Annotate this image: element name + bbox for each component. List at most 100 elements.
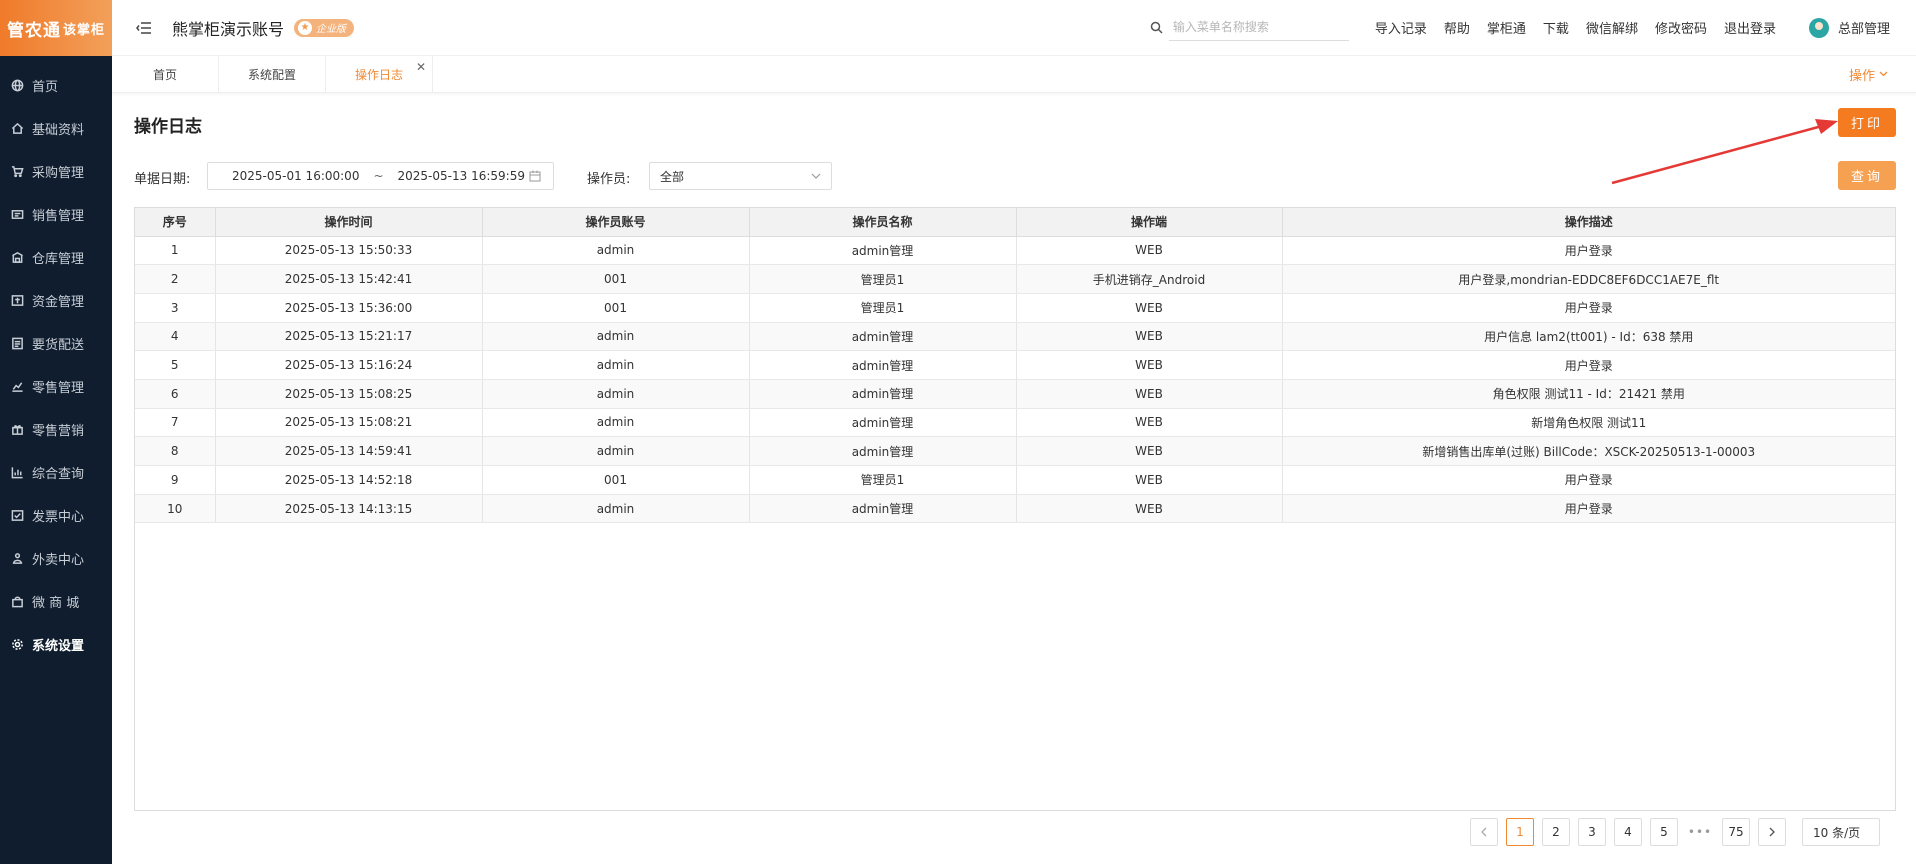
table-row[interactable]: 6 2025-05-13 15:08:25 admin admin管理 WEB 角色权限 … (135, 379, 1895, 409)
link-import-records[interactable]: 导入记录 (1375, 18, 1427, 37)
star-icon: ★ (298, 20, 313, 35)
table-row[interactable]: 5 2025-05-13 15:16:24 admin admin管理 WEB 用户登录 (135, 350, 1895, 380)
logo-main: 管农通 (6, 20, 61, 41)
sidebar-item-12[interactable]: 微 商 城 (0, 580, 112, 623)
cell-description: 用户登录 (1282, 465, 1895, 495)
ops-label: 操作 (1848, 68, 1875, 84)
app-logo[interactable]: 管农通 该掌柜 (0, 0, 112, 56)
sidebar-item-13[interactable]: 系统设置 (0, 623, 112, 666)
page-title: 操作日志 (134, 117, 202, 137)
bar-chart-icon (10, 466, 24, 480)
cell-account: admin (482, 494, 750, 524)
page-button-last[interactable]: 75 (1722, 818, 1750, 846)
table-row[interactable]: 1 2025-05-13 15:50:33 admin admin管理 WEB 用户登录 (135, 236, 1895, 266)
cell-name: 管理员1 (749, 264, 1017, 294)
cell-account: 001 (482, 264, 750, 294)
menu-toggle-icon[interactable] (134, 18, 154, 38)
sidebar-item-label: 资金管理 (32, 295, 85, 310)
table-row[interactable]: 9 2025-05-13 14:52:18 001 管理员1 WEB 用户登录 (135, 465, 1895, 495)
date-range-picker[interactable]: 2025-05-01 16:00:00 ~ 2025-05-13 16:59:5… (207, 162, 554, 190)
sidebar-item-4[interactable]: 仓库管理 (0, 236, 112, 279)
table-row[interactable]: 7 2025-05-13 15:08:21 admin admin管理 WEB 新增角色权… (135, 408, 1895, 438)
column-header-name[interactable]: 操作员名称 (749, 208, 1017, 237)
cell-time: 2025-05-13 14:13:15 (215, 494, 483, 524)
table-row[interactable]: 8 2025-05-13 14:59:41 admin admin管理 WEB 新增销售出… (135, 436, 1895, 466)
sidebar-item-5[interactable]: 资金管理 (0, 279, 112, 322)
page-button[interactable]: 2 (1542, 818, 1570, 846)
query-button[interactable]: 查询 (1838, 161, 1896, 190)
sidebar-item-label: 首页 (32, 80, 59, 95)
gear-icon (10, 638, 24, 652)
home-icon (10, 122, 24, 136)
cell-description: 用户登录 (1282, 494, 1895, 524)
link-zhanggui-tong[interactable]: 掌柜通 (1487, 18, 1526, 37)
tab-system-config[interactable]: 系统配置 (219, 56, 326, 93)
page-button[interactable]: 3 (1578, 818, 1606, 846)
table-row[interactable]: 3 2025-05-13 15:36:00 001 管理员1 WEB 用户登录 (135, 293, 1895, 323)
tab-home[interactable]: 首页 (112, 56, 219, 93)
link-download[interactable]: 下载 (1543, 18, 1569, 37)
sidebar-item-11[interactable]: 外卖中心 (0, 537, 112, 580)
globe-icon (10, 79, 24, 93)
link-wechat-unbind[interactable]: 微信解绑 (1586, 18, 1638, 37)
page-size-select[interactable]: 10 条/页 (1802, 818, 1880, 846)
chevron-down-icon (1879, 71, 1888, 77)
link-help[interactable]: 帮助 (1444, 18, 1470, 37)
sidebar-item-8[interactable]: 零售营销 (0, 408, 112, 451)
ops-dropdown[interactable]: 操作 (1849, 56, 1888, 92)
user-menu[interactable]: 总部管理 (1808, 17, 1890, 38)
operator-select[interactable]: 全部 (649, 162, 832, 190)
cell-time: 2025-05-13 14:59:41 (215, 436, 483, 466)
cart-icon (10, 165, 24, 179)
page-button[interactable]: 5 (1650, 818, 1678, 846)
date-start[interactable]: 2025-05-01 16:00:00 (232, 169, 359, 183)
search-icon[interactable] (1150, 21, 1163, 34)
sidebar-item-9[interactable]: 综合查询 (0, 451, 112, 494)
cell-account: admin (482, 436, 750, 466)
column-header-account[interactable]: 操作员账号 (482, 208, 750, 237)
print-button[interactable]: 打印 (1838, 108, 1896, 137)
column-header-index[interactable]: 序号 (135, 208, 216, 237)
next-page-button[interactable] (1758, 818, 1786, 846)
cell-client: WEB (1016, 293, 1283, 323)
table-row[interactable]: 4 2025-05-13 15:21:17 admin admin管理 WEB 用户信息 … (135, 322, 1895, 352)
sidebar-item-6[interactable]: 要货配送 (0, 322, 112, 365)
cell-client: WEB (1016, 322, 1283, 352)
header-links: 导入记录 帮助 掌柜通 下载 微信解绑 修改密码 退出登录 (1375, 18, 1793, 37)
link-change-password[interactable]: 修改密码 (1655, 18, 1707, 37)
tab-operation-log[interactable]: 操作日志 ✕ (326, 56, 433, 93)
sales-icon (10, 208, 24, 222)
sidebar-item-3[interactable]: 销售管理 (0, 193, 112, 236)
cell-client: WEB (1016, 379, 1283, 409)
prev-page-button[interactable] (1470, 818, 1498, 846)
search-input[interactable] (1168, 14, 1349, 41)
sidebar-item-0[interactable]: 首页 (0, 64, 112, 107)
column-header-client[interactable]: 操作端 (1016, 208, 1283, 237)
sidebar-item-label: 零售管理 (32, 381, 85, 396)
column-header-description[interactable]: 操作描述 (1282, 208, 1895, 237)
date-end[interactable]: 2025-05-13 16:59:59 (398, 169, 525, 183)
page-size-value: 10 条/页 (1813, 825, 1861, 840)
page-ellipsis[interactable]: ••• (1686, 818, 1714, 846)
table-row[interactable]: 2 2025-05-13 15:42:41 001 管理员1 手机进销存_Android… (135, 264, 1895, 294)
cell-index: 2 (135, 264, 216, 294)
sidebar-item-10[interactable]: 发票中心 (0, 494, 112, 537)
money-icon (10, 294, 24, 308)
close-icon[interactable]: ✕ (416, 60, 426, 74)
sidebar-item-7[interactable]: 零售管理 (0, 365, 112, 408)
table-row[interactable]: 10 2025-05-13 14:13:15 admin admin管理 WEB 用户登录 (135, 494, 1895, 524)
cell-account: admin (482, 408, 750, 438)
link-logout[interactable]: 退出登录 (1724, 18, 1776, 37)
cell-name: 管理员1 (749, 465, 1017, 495)
sidebar-item-1[interactable]: 基础资料 (0, 107, 112, 150)
page-button[interactable]: 1 (1506, 818, 1534, 846)
cell-name: admin管理 (749, 236, 1017, 266)
cell-time: 2025-05-13 15:42:41 (215, 264, 483, 294)
column-header-time[interactable]: 操作时间 (215, 208, 483, 237)
date-filter-label: 单据日期: (134, 172, 191, 187)
cell-name: admin管理 (749, 350, 1017, 380)
sidebar-item-label: 综合查询 (32, 467, 85, 482)
sidebar-item-2[interactable]: 采购管理 (0, 150, 112, 193)
cell-time: 2025-05-13 15:08:21 (215, 408, 483, 438)
page-button[interactable]: 4 (1614, 818, 1642, 846)
